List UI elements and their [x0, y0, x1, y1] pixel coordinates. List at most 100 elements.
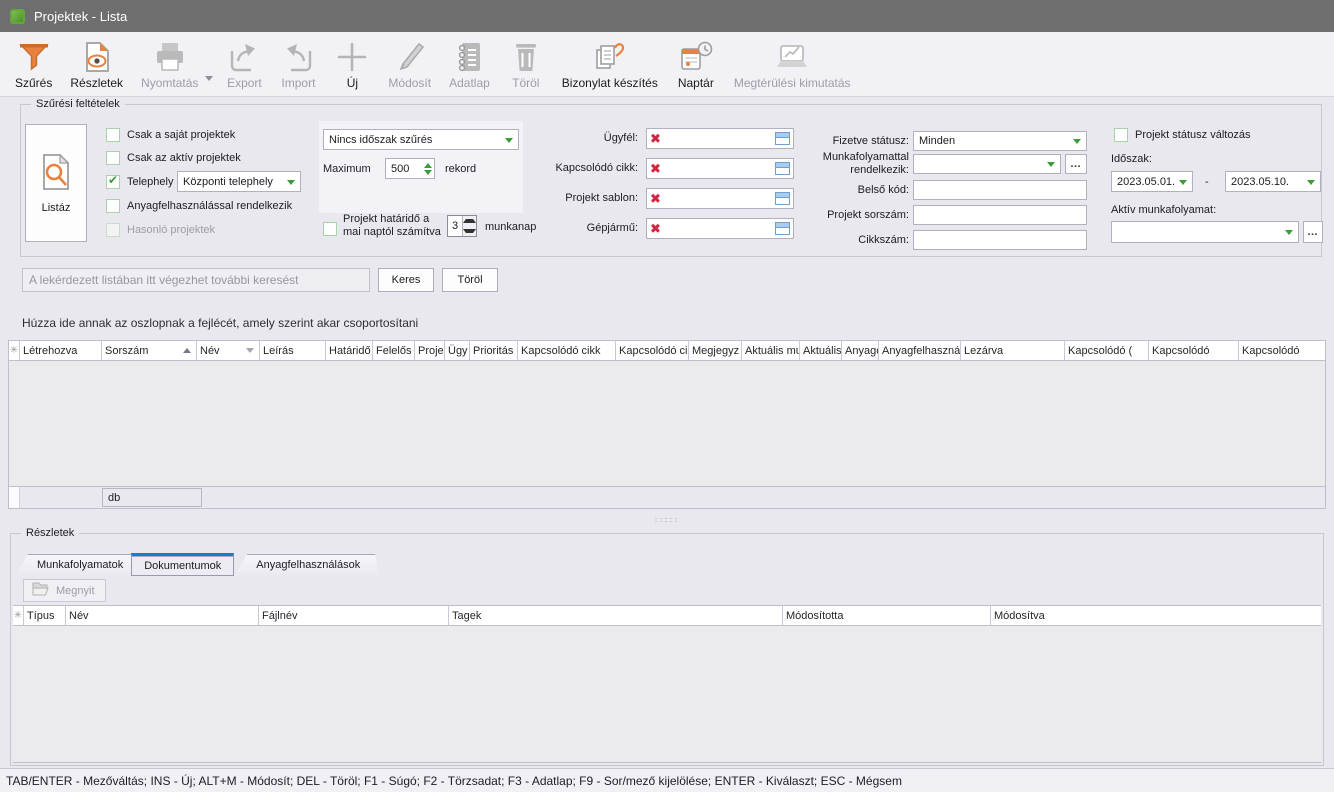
clear-x-icon[interactable]: ✖ [650, 192, 661, 205]
datasheet-button[interactable]: Adatlap [440, 32, 499, 90]
print-button[interactable]: Nyomtatás [132, 32, 207, 90]
rekord-label: rekord [445, 163, 476, 175]
column-header[interactable]: Név [197, 341, 260, 360]
clear-x-icon[interactable]: ✖ [650, 162, 661, 175]
documents-grid-header: Típus Név Fájlnév Tagek Módosította Módo… [13, 606, 1321, 626]
checkbox-label: Telephely [127, 176, 173, 188]
projekt-sorszam-input[interactable] [913, 205, 1087, 225]
checkbox-project-deadline[interactable] [323, 222, 337, 236]
column-header[interactable]: Proje [415, 341, 445, 360]
checkbox-project-status-change[interactable]: Projekt státusz változás [1114, 128, 1251, 142]
search-button-label: Keres [392, 274, 421, 286]
column-header[interactable]: Típus [24, 606, 66, 625]
open-button[interactable]: Megnyit [23, 579, 106, 602]
aktiv-munkafolyamat-ellipsis-button[interactable]: … [1303, 221, 1323, 243]
modify-button[interactable]: Módosít [379, 32, 440, 90]
export-button[interactable]: Export [217, 32, 271, 90]
aktiv-munkafolyamat-dropdown[interactable] [1111, 221, 1299, 243]
column-header[interactable]: Prioritás [470, 341, 518, 360]
spin-down-icon[interactable] [424, 170, 432, 175]
column-header[interactable]: Létrehozva [20, 341, 102, 360]
checkbox-icon[interactable] [323, 222, 337, 236]
delete-button[interactable]: Töröl [499, 32, 553, 90]
column-header[interactable]: Fájlnév [259, 606, 449, 625]
belso-kod-input[interactable] [913, 180, 1087, 200]
printer-icon [152, 38, 188, 75]
calendar-button[interactable]: Naptár [667, 32, 725, 90]
splitter-handle[interactable]: ·········· [0, 514, 1334, 526]
column-header[interactable]: Módosítva [991, 606, 1321, 625]
checkbox-site[interactable]: Telephely [106, 175, 173, 189]
roi-report-button[interactable]: Megtérülési kimutatás [725, 32, 860, 90]
munkafolyamat-ellipsis-button[interactable]: … [1065, 154, 1087, 174]
checkbox-material-usage[interactable]: Anyagfelhasználással rendelkezik [106, 199, 292, 213]
deadline-value[interactable]: 3 [448, 216, 462, 236]
column-header[interactable]: Lezárva [961, 341, 1065, 360]
column-header[interactable]: Tagek [449, 606, 783, 625]
tab-munkafolyamatok[interactable]: Munkafolyamatok [15, 554, 141, 576]
checkbox-icon[interactable] [106, 223, 120, 237]
date-to-dropdown[interactable]: 2023.05.10. [1225, 171, 1321, 192]
column-header[interactable]: Kapcsolódó [1149, 341, 1239, 360]
column-header[interactable]: Kapcsolódó [1239, 341, 1325, 360]
clear-search-button[interactable]: Töröl [442, 268, 498, 292]
column-header[interactable]: Név [66, 606, 259, 625]
date-from-dropdown[interactable]: 2023.05.01. [1111, 171, 1193, 192]
site-dropdown[interactable]: Központi telephely [177, 171, 301, 192]
column-header[interactable]: Leírás [260, 341, 326, 360]
checkbox-icon[interactable] [1114, 128, 1128, 142]
column-header-sorted[interactable]: Sorszám [102, 341, 197, 360]
column-header[interactable]: Ügy [445, 341, 470, 360]
munkafolyamat-dropdown[interactable] [913, 154, 1061, 174]
filter-icon [16, 38, 52, 75]
clear-x-icon[interactable]: ✖ [650, 222, 661, 235]
column-header[interactable]: Felelős [373, 341, 415, 360]
spin-down-button[interactable] [463, 226, 476, 236]
column-header[interactable]: Megjegyz [689, 341, 742, 360]
column-header[interactable]: Kapcsolódó cikksz [616, 341, 689, 360]
checkbox-own-projects[interactable]: Csak a saját projektek [106, 128, 235, 142]
filter-dropdown-icon[interactable] [246, 348, 254, 353]
column-header[interactable]: Kapcsolódó cikk [518, 341, 616, 360]
print-dropdown-caret-icon[interactable] [205, 76, 213, 81]
maximum-spinner[interactable]: 500 [385, 158, 435, 179]
column-header[interactable]: Aktuális m [800, 341, 842, 360]
checkbox-icon[interactable] [106, 175, 120, 189]
checkbox-icon[interactable] [106, 151, 120, 165]
column-header[interactable]: Határidő [326, 341, 373, 360]
checkbox-similar-projects[interactable]: Hasonló projektek [106, 223, 215, 237]
checkbox-icon[interactable] [106, 199, 120, 213]
maximum-label: Maximum [323, 163, 371, 175]
search-button[interactable]: Keres [378, 268, 434, 292]
column-header[interactable]: Kapcsolódó ( [1065, 341, 1149, 360]
clear-x-icon[interactable]: ✖ [650, 132, 661, 145]
new-button[interactable]: Új [325, 32, 379, 90]
column-header[interactable]: Anyagfelhasználás lez [879, 341, 961, 360]
column-header[interactable]: Aktuális munka [742, 341, 800, 360]
cikkszam-input[interactable] [913, 230, 1087, 250]
tab-anyagfelhasznalasok[interactable]: Anyagfelhasználások [234, 554, 378, 576]
filter-button[interactable]: Szűrés [6, 32, 61, 90]
search-input[interactable] [22, 268, 370, 292]
details-button[interactable]: Részletek [61, 32, 132, 90]
group-by-hint[interactable]: Húzza ide annak az oszlopnak a fejlécét,… [22, 316, 418, 330]
column-header[interactable]: Anyago [842, 341, 879, 360]
idoszak-label: Időszak: [1111, 153, 1152, 165]
spin-up-icon[interactable] [424, 163, 432, 168]
column-header[interactable]: Módosította [783, 606, 991, 625]
fizetve-dropdown[interactable]: Minden [913, 131, 1087, 151]
maximum-value[interactable]: 500 [386, 159, 421, 178]
dropdown-arrow-icon [287, 180, 295, 185]
import-button[interactable]: Import [271, 32, 325, 90]
projects-grid-body[interactable] [9, 361, 1325, 486]
toolbar-label: Módosít [388, 76, 431, 90]
calendar-clock-icon [676, 38, 716, 75]
list-button[interactable]: Listáz [25, 124, 87, 242]
documents-grid-body[interactable] [13, 626, 1321, 762]
checkbox-active-projects[interactable]: Csak az aktív projektek [106, 151, 241, 165]
tab-dokumentumok[interactable]: Dokumentumok [131, 553, 234, 576]
spin-up-button[interactable] [463, 216, 476, 226]
checkbox-icon[interactable] [106, 128, 120, 142]
deadline-spinner[interactable]: 3 [447, 215, 477, 237]
create-receipt-button[interactable]: Bizonylat készítés [553, 32, 667, 90]
